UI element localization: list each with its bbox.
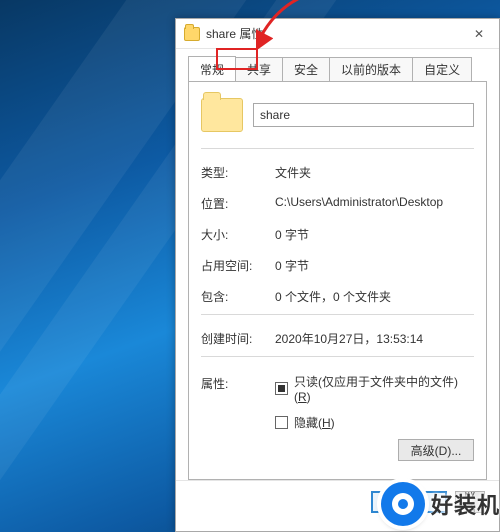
titlebar[interactable]: share 属性 ✕ [176, 19, 499, 49]
tab-security[interactable]: 安全 [282, 57, 330, 81]
label-attributes: 属性: [201, 373, 275, 461]
tab-general[interactable]: 常规 [188, 56, 236, 81]
folder-icon [184, 27, 200, 41]
name-row [201, 96, 474, 146]
row-size: 大小: 0 字节 [201, 219, 474, 250]
checkbox-hidden-line[interactable]: 隐藏(H) [275, 414, 474, 431]
folder-large-icon [201, 98, 243, 132]
checkbox-readonly[interactable] [275, 382, 288, 395]
label-contains: 包含: [201, 288, 275, 305]
label-size: 大小: [201, 226, 275, 243]
checkbox-readonly-label: 只读(仅应用于文件夹中的文件)(R) [294, 373, 474, 404]
row-contains: 包含: 0 个文件，0 个文件夹 [201, 281, 474, 312]
row-size-on-disk: 占用空间: 0 字节 [201, 250, 474, 281]
tab-customize[interactable]: 自定义 [412, 57, 472, 81]
checkbox-readonly-line[interactable]: 只读(仅应用于文件夹中的文件)(R) [275, 373, 474, 404]
value-size-on-disk: 0 字节 [275, 257, 474, 274]
label-created: 创建时间: [201, 330, 275, 347]
tab-sharing[interactable]: 共享 [235, 57, 283, 81]
tab-previous-versions[interactable]: 以前的版本 [329, 57, 413, 81]
cancel-button[interactable]: 取消 [455, 491, 485, 513]
window-title: share 属性 [206, 25, 459, 42]
row-location: 位置: C:\Users\Administrator\Desktop [201, 188, 474, 219]
label-location: 位置: [201, 195, 275, 212]
checkbox-hidden-label: 隐藏(H) [294, 414, 335, 431]
folder-name-input[interactable] [253, 103, 474, 127]
value-size: 0 字节 [275, 226, 474, 243]
value-type: 文件夹 [275, 164, 474, 181]
row-created: 创建时间: 2020年10月27日，13:53:14 [201, 323, 474, 354]
attributes-controls: 只读(仅应用于文件夹中的文件)(R) 隐藏(H) 高级(D)... [275, 373, 474, 461]
row-attributes: 属性: 只读(仅应用于文件夹中的文件)(R) 隐藏(H) [201, 365, 474, 461]
label-size-on-disk: 占用空间: [201, 257, 275, 274]
dialog-button-row: 确定 取消 [176, 480, 499, 523]
value-created: 2020年10月27日，13:53:14 [275, 330, 474, 347]
checkbox-hidden[interactable] [275, 416, 288, 429]
label-type: 类型: [201, 164, 275, 181]
tab-content-general: 类型: 文件夹 位置: C:\Users\Administrator\Deskt… [188, 82, 487, 480]
divider [201, 314, 474, 315]
value-contains: 0 个文件，0 个文件夹 [275, 288, 474, 305]
close-button[interactable]: ✕ [459, 19, 499, 49]
properties-dialog: share 属性 ✕ 常规 共享 安全 以前的版本 自定义 类型: 文件夹 位置… [175, 18, 500, 532]
divider [201, 356, 474, 357]
value-location: C:\Users\Administrator\Desktop [275, 195, 474, 212]
tab-strip: 常规 共享 安全 以前的版本 自定义 [188, 57, 487, 82]
divider [201, 148, 474, 149]
row-type: 类型: 文件夹 [201, 157, 474, 188]
advanced-button[interactable]: 高级(D)... [398, 439, 474, 461]
advanced-button-row: 高级(D)... [275, 439, 474, 461]
close-icon: ✕ [474, 27, 484, 41]
ok-button[interactable]: 确定 [371, 491, 447, 513]
tabs-region: 常规 共享 安全 以前的版本 自定义 类型: 文件夹 位置: C:\Users\… [176, 49, 499, 480]
